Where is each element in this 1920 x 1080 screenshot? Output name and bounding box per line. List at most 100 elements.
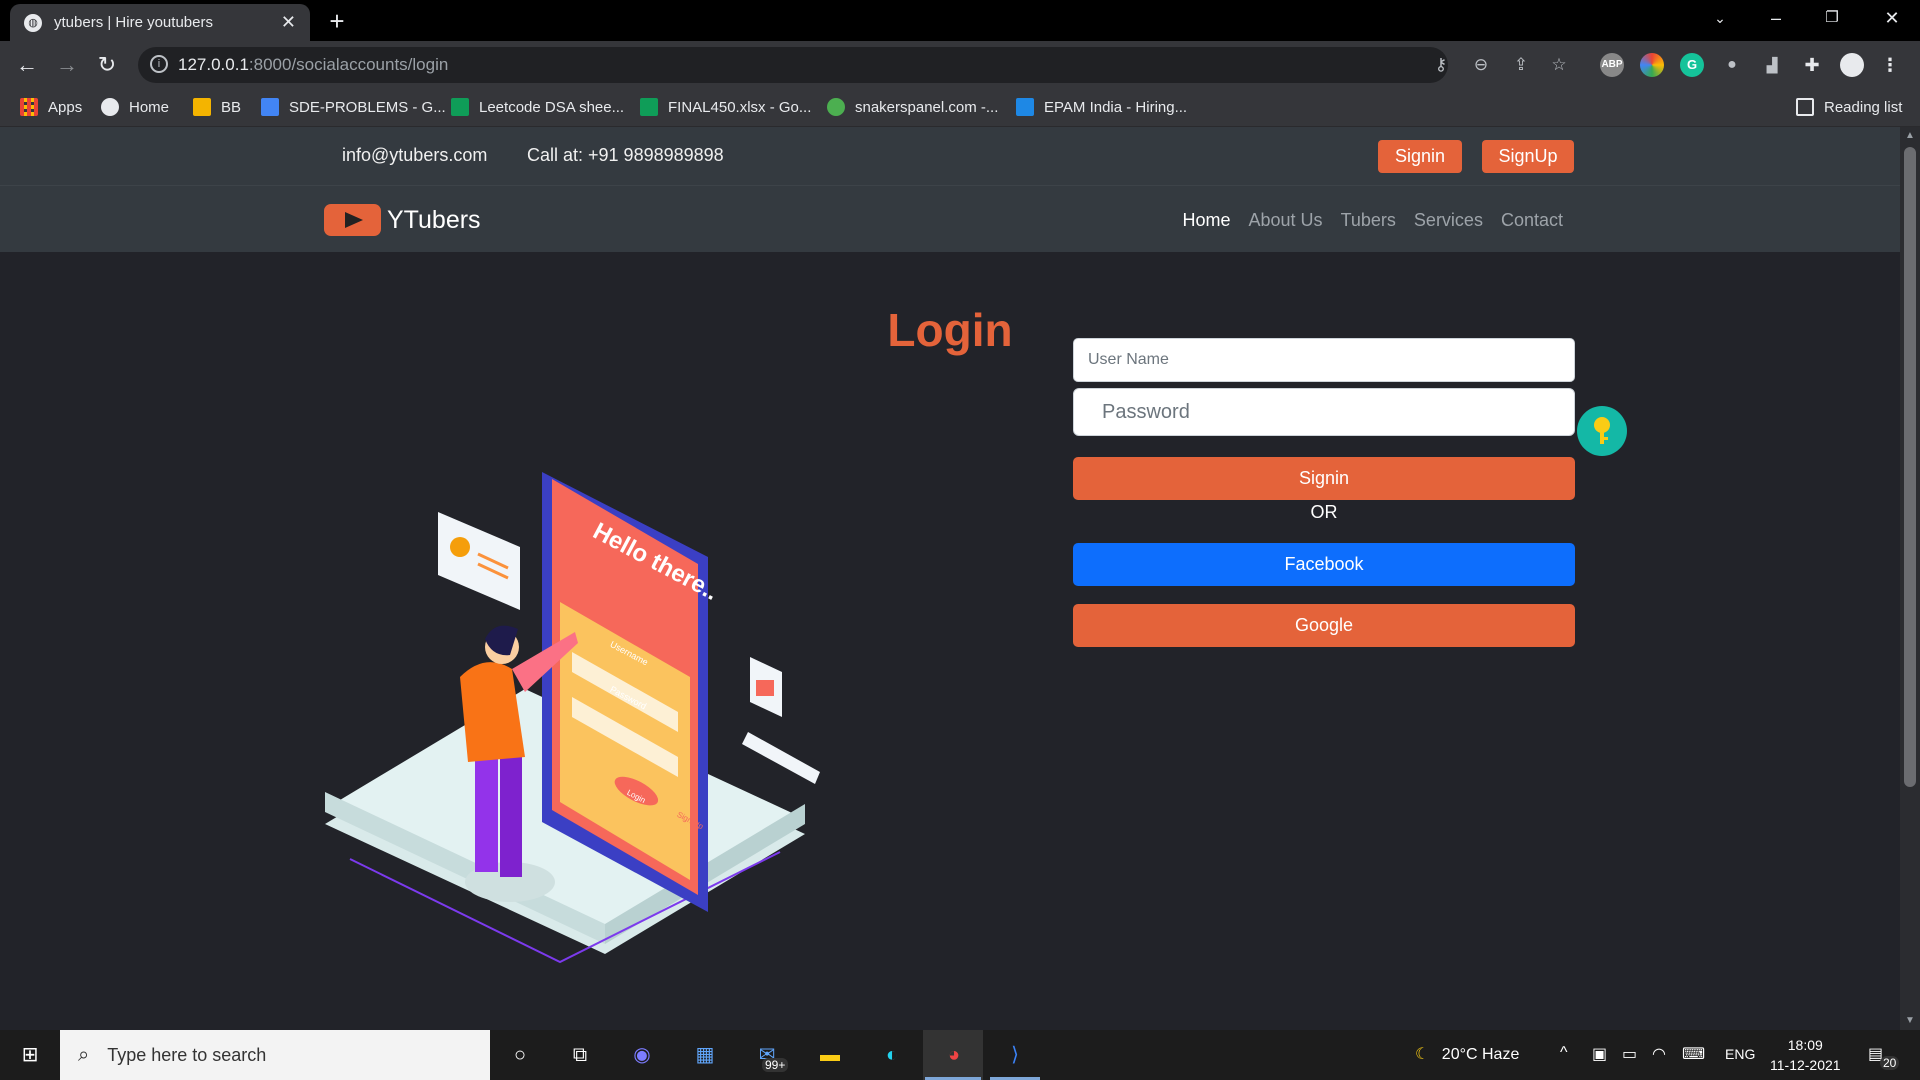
- menu-kebab-icon[interactable]: ⋮: [1878, 53, 1902, 77]
- bookmark-favicon: [193, 98, 211, 116]
- signin-button[interactable]: Signin: [1073, 457, 1575, 500]
- share-icon[interactable]: ⇪: [1510, 55, 1532, 77]
- scroll-up-arrow-icon[interactable]: ▲: [1904, 130, 1916, 141]
- bookmark-home[interactable]: Home: [101, 98, 169, 116]
- profile-avatar[interactable]: [1840, 53, 1864, 77]
- site-info-icon[interactable]: i: [150, 55, 168, 73]
- url-text[interactable]: 127.0.0.1:8000/socialaccounts/login: [178, 55, 448, 75]
- tab-search-icon[interactable]: ⌄: [1692, 0, 1748, 36]
- bookmark-apps[interactable]: Apps: [20, 98, 82, 116]
- password-input[interactable]: Password: [1073, 388, 1575, 436]
- header-signup-button[interactable]: SignUp: [1482, 140, 1574, 173]
- bookmark-label: Leetcode DSA shee...: [479, 98, 625, 116]
- bookmark-leetcode[interactable]: Leetcode DSA shee...: [451, 98, 624, 116]
- page-scrollbar[interactable]: ▲ ▼: [1900, 127, 1920, 1030]
- nav-home[interactable]: Home: [1183, 210, 1231, 231]
- bookmark-label: BB: [221, 98, 242, 116]
- new-tab-icon[interactable]: +: [322, 7, 352, 37]
- google-login-button[interactable]: Google: [1073, 604, 1575, 647]
- bookmarks-bar: Apps Home BB SDE-PROBLEMS - G... Leetcod…: [0, 89, 1920, 127]
- web-page: info@ytubers.com Call at: +91 9898989898…: [0, 127, 1900, 1030]
- globe-icon: [101, 98, 119, 116]
- brand-logo[interactable]: YTubers: [324, 204, 481, 236]
- keyboard-icon[interactable]: ⌨: [1682, 1044, 1705, 1064]
- reading-list-label: Reading list: [1824, 98, 1903, 116]
- address-bar[interactable]: i 127.0.0.1:8000/socialaccounts/login ⚷ …: [138, 47, 1567, 83]
- bookmark-star-icon[interactable]: ☆: [1548, 55, 1570, 77]
- nav-contact[interactable]: Contact: [1501, 210, 1563, 231]
- reload-icon[interactable]: ↻: [92, 50, 122, 80]
- grammarly-extension-icon[interactable]: G: [1680, 53, 1704, 77]
- key-icon[interactable]: ⚷: [1430, 55, 1452, 77]
- site-navbar: YTubers Home About Us Tubers Services Co…: [0, 185, 1900, 252]
- clock-time: 18:09: [1787, 1037, 1823, 1053]
- bookmark-label: EPAM India - Hiring...: [1044, 98, 1188, 116]
- weather-text: 20°C Haze: [1441, 1046, 1520, 1063]
- nav-tubers[interactable]: Tubers: [1341, 210, 1396, 231]
- username-input[interactable]: User Name: [1073, 338, 1575, 382]
- bookmark-label: snakerspanel.com -...: [855, 98, 999, 116]
- window-close-icon[interactable]: ✕: [1864, 0, 1920, 36]
- chrome-icon[interactable]: ◕: [939, 1040, 969, 1070]
- wifi-icon[interactable]: ◠: [1652, 1044, 1666, 1064]
- meet-icon[interactable]: ▣: [1592, 1044, 1607, 1064]
- header-signin-button[interactable]: Signin: [1378, 140, 1462, 173]
- task-view-icon[interactable]: ⧉: [565, 1040, 595, 1070]
- back-icon[interactable]: ←: [12, 50, 42, 80]
- cortana-icon[interactable]: ○: [505, 1040, 535, 1070]
- active-tab[interactable]: ◍ ytubers | Hire youtubers ✕: [10, 4, 310, 41]
- weather-widget[interactable]: ☾ 20°C Haze: [1415, 1044, 1519, 1064]
- close-tab-icon[interactable]: ✕: [281, 12, 296, 33]
- eclipse-icon[interactable]: ◉: [627, 1040, 657, 1070]
- vscode-icon[interactable]: ⟩: [1000, 1040, 1030, 1070]
- tray-overflow-icon[interactable]: ^: [1560, 1044, 1568, 1062]
- bookmark-label: SDE-PROBLEMS - G...: [289, 98, 446, 116]
- file-explorer-icon[interactable]: ▬: [815, 1040, 845, 1070]
- puzzle-extensions-icon[interactable]: ✚: [1800, 53, 1824, 77]
- language-indicator[interactable]: ENG: [1725, 1046, 1755, 1062]
- sheets-icon: [640, 98, 658, 116]
- battery-icon[interactable]: ▭: [1622, 1044, 1637, 1064]
- nav-links: Home About Us Tubers Services Contact: [1183, 210, 1564, 231]
- contact-phone: Call at: +91 9898989898: [527, 145, 724, 165]
- store-icon[interactable]: ▦: [690, 1040, 720, 1070]
- taskbar-search[interactable]: ⌕ Type here to search: [60, 1030, 490, 1080]
- bookmark-sde-problems[interactable]: SDE-PROBLEMS - G...: [261, 98, 446, 116]
- nav-services[interactable]: Services: [1414, 210, 1483, 231]
- docs-icon: [261, 98, 279, 116]
- bookmark-bb[interactable]: BB: [193, 98, 241, 116]
- url-host: 127.0.0.1: [178, 55, 249, 74]
- contact-email[interactable]: info@ytubers.com: [342, 145, 487, 166]
- mail-badge: 99+: [762, 1058, 789, 1072]
- brand-name: YTubers: [387, 205, 481, 234]
- url-path: :8000/socialaccounts/login: [248, 55, 449, 74]
- facebook-login-button[interactable]: Facebook: [1073, 543, 1575, 586]
- tab-title: ytubers | Hire youtubers: [54, 14, 213, 31]
- bookmark-label: Apps: [48, 98, 83, 116]
- or-divider: OR: [1310, 502, 1338, 522]
- reading-list-button[interactable]: Reading list: [1796, 98, 1902, 116]
- chart-extension-icon[interactable]: ▟: [1760, 53, 1784, 77]
- lock-card: [742, 657, 820, 784]
- color-extension-icon[interactable]: [1640, 53, 1664, 77]
- adblock-extension-icon[interactable]: ABP: [1600, 53, 1624, 77]
- nav-about-us[interactable]: About Us: [1249, 210, 1323, 231]
- scroll-down-arrow-icon[interactable]: ▼: [1904, 1015, 1916, 1026]
- minimize-icon[interactable]: –: [1748, 0, 1804, 36]
- forward-icon[interactable]: →: [52, 50, 82, 80]
- password-manager-key-icon[interactable]: [1577, 406, 1627, 456]
- zoom-icon[interactable]: ⊖: [1470, 55, 1492, 77]
- extension-icon[interactable]: ●: [1720, 53, 1744, 77]
- restore-icon[interactable]: ❐: [1804, 0, 1860, 36]
- scrollbar-thumb[interactable]: [1904, 147, 1916, 787]
- login-illustration: Hello there.. Username Password Login Si…: [325, 472, 820, 964]
- bookmark-epam[interactable]: EPAM India - Hiring...: [1016, 98, 1187, 116]
- edge-icon[interactable]: ◐: [877, 1040, 907, 1070]
- globe-icon: ◍: [24, 13, 42, 32]
- windows-start-icon[interactable]: ⊞: [15, 1040, 45, 1070]
- bookmark-favicon: [1016, 98, 1034, 116]
- bookmark-snakerspanel[interactable]: snakerspanel.com -...: [827, 98, 998, 116]
- search-icon: ⌕: [78, 1043, 90, 1066]
- bookmark-final450[interactable]: FINAL450.xlsx - Go...: [640, 98, 811, 116]
- clock[interactable]: 18:09 11-12-2021: [1770, 1035, 1841, 1075]
